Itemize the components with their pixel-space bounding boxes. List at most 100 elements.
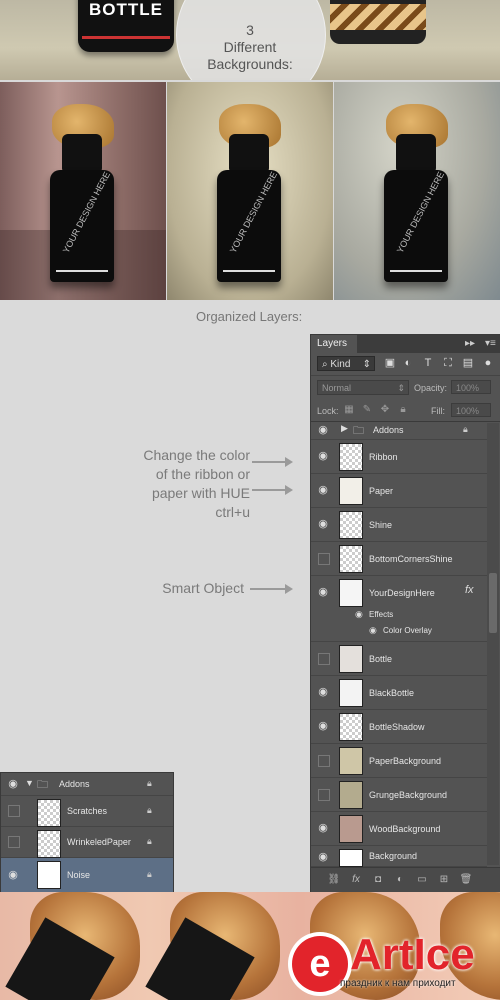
eye-icon[interactable]: ◉	[6, 868, 20, 882]
layer-name: Bottle	[369, 654, 393, 664]
eye-off-icon[interactable]	[8, 836, 20, 848]
eye-icon[interactable]: ◉	[316, 821, 330, 835]
eye-off-icon[interactable]	[318, 789, 330, 801]
eye-icon[interactable]: ◉	[316, 585, 330, 599]
bottle-line	[56, 270, 108, 272]
bottle-line	[390, 270, 442, 272]
lock-position-icon[interactable]: ✥	[379, 404, 391, 416]
layer-row-paperbackground[interactable]: PaperBackground	[311, 744, 487, 778]
new-layer-icon[interactable]: ⊞	[437, 873, 451, 887]
eye-icon[interactable]: ◉	[316, 449, 330, 463]
layer-name: YourDesignHere	[369, 588, 435, 598]
expand-arrow-icon[interactable]: ▼	[25, 778, 34, 788]
kind-filter-select[interactable]: ⌕ Kind ⇕	[317, 356, 375, 371]
layer-name: PaperBackground	[369, 756, 442, 766]
blend-mode-label: Normal	[322, 383, 352, 393]
adjustment-filter-icon[interactable]: ◐	[401, 356, 415, 370]
layer-row-bottomcornersshine[interactable]: BottomCornersShine	[311, 542, 487, 576]
layer-row-scratches[interactable]: Scratches 🔒︎	[1, 796, 173, 827]
layer-row-bottle[interactable]: Bottle	[311, 642, 487, 676]
shape-filter-icon[interactable]: ⛶	[441, 356, 455, 370]
adjustment-icon[interactable]: ◐	[393, 873, 407, 887]
layer-thumbnail	[339, 781, 363, 809]
arrowhead-paper	[285, 485, 293, 495]
layer-row-woodbackground[interactable]: ◉ WoodBackground	[311, 812, 487, 846]
eye-off-icon[interactable]	[318, 553, 330, 565]
backgrounds-banner: BOTTLE 3 Different Backgrounds:	[0, 0, 500, 80]
mask-icon[interactable]: ◘	[371, 873, 385, 887]
eye-icon[interactable]: ◉	[6, 777, 20, 791]
fill-field[interactable]: 100%	[451, 403, 491, 417]
lock-row: Lock: ▦ ✎ ✥ 🔒︎ Fill: 100%	[311, 399, 500, 422]
blend-mode-select[interactable]: Normal ⇕	[317, 380, 409, 395]
panel-menu-icon[interactable]: ▾≡	[485, 338, 496, 349]
eye-off-icon[interactable]	[318, 653, 330, 665]
trash-icon[interactable]: 🗑︎	[459, 873, 473, 887]
layer-row-wrinkeledpaper[interactable]: WrinkeledPaper 🔒︎	[1, 827, 173, 858]
scrollbar-thumb[interactable]	[489, 573, 497, 633]
chevron-updown-icon: ⇕	[397, 383, 405, 393]
layer-row-yourdesignhere[interactable]: ◉ YourDesignHere fx ◉ Effects ◉ Color Ov…	[311, 576, 487, 642]
layer-group-addons[interactable]: ◉ ▶ 🗀︎ Addons 🔒︎	[311, 421, 487, 440]
folder-icon[interactable]: ▭	[415, 873, 429, 887]
layer-row-background[interactable]: ◉ Background	[311, 846, 487, 867]
eye-off-icon[interactable]	[8, 805, 20, 817]
blend-row: Normal ⇕ Opacity: 100%	[311, 375, 500, 398]
smart-object-filter-icon[interactable]: ▤	[461, 356, 475, 370]
fx-icon[interactable]: fx	[349, 873, 363, 887]
lock-icon: 🔒︎	[463, 424, 468, 434]
color-overlay-eye-icon[interactable]: ◉	[369, 625, 377, 636]
jar-stripe	[330, 4, 426, 30]
layer-thumbnail	[37, 799, 61, 827]
eye-icon[interactable]: ◉	[316, 719, 330, 733]
layer-row-shine[interactable]: ◉ Shine	[311, 508, 487, 542]
layer-name: WoodBackground	[369, 824, 441, 834]
eye-off-icon[interactable]	[318, 755, 330, 767]
addons-panel: ◉ ▼ 🗀︎ Addons 🔒︎ Scratches 🔒︎ WrinkeledP…	[0, 772, 174, 894]
layer-thumbnail	[339, 679, 363, 707]
layer-row-bottleshadow[interactable]: ◉ BottleShadow	[311, 710, 487, 744]
layer-thumbnail	[339, 645, 363, 673]
bottle-neck	[229, 134, 269, 174]
layers-scrollbar[interactable]	[487, 423, 499, 865]
lock-transparent-icon[interactable]: ▦	[343, 404, 355, 416]
bottle-line	[223, 270, 275, 272]
layer-row-paper[interactable]: ◉ Paper	[311, 474, 487, 508]
pixel-filter-icon[interactable]: ▣	[383, 356, 397, 370]
tab-layers[interactable]: Layers	[311, 335, 357, 353]
eye-icon[interactable]: ◉	[316, 517, 330, 531]
layer-row-blackbottle[interactable]: ◉ BlackBottle	[311, 676, 487, 710]
link-icon[interactable]: ⛓	[327, 873, 341, 887]
layer-group-addons[interactable]: ◉ ▼ 🗀︎ Addons 🔒︎	[1, 773, 173, 796]
folder-icon: 🗀︎	[353, 425, 364, 437]
layer-name: Addons	[59, 779, 90, 789]
fx-icon[interactable]: fx	[465, 584, 474, 596]
layer-row-noise[interactable]: ◉ Noise 🔒︎	[1, 858, 173, 893]
lock-all-icon[interactable]: 🔒︎	[397, 404, 409, 416]
chevron-updown-icon: ⇕	[362, 359, 371, 370]
layer-name: Noise	[67, 870, 91, 880]
eye-icon[interactable]: ◉	[316, 483, 330, 497]
layer-row-ribbon[interactable]: ◉ Ribbon	[311, 440, 487, 474]
opacity-field[interactable]: 100%	[451, 380, 491, 394]
lock-icon: 🔒︎	[147, 869, 152, 879]
grunge-background-photo: YOUR DESIGN HERE	[334, 82, 500, 300]
eye-icon[interactable]: ◉	[316, 685, 330, 699]
eye-icon[interactable]: ◉	[316, 850, 330, 864]
layer-row-grungebackground[interactable]: GrungeBackground	[311, 778, 487, 812]
fill-label: Fill:	[431, 406, 445, 416]
paper-background-photo: YOUR DESIGN HERE	[167, 82, 333, 300]
layer-thumbnail	[339, 713, 363, 741]
bottle-stripe	[82, 36, 170, 39]
filter-toggle-icon[interactable]: ●	[481, 356, 495, 370]
eye-icon[interactable]: ◉	[316, 423, 330, 437]
effects-eye-icon[interactable]: ◉	[355, 609, 363, 620]
type-filter-icon[interactable]: T	[421, 356, 435, 370]
layer-thumbnail	[37, 861, 61, 889]
layer-name: GrungeBackground	[369, 790, 448, 800]
collapse-icon[interactable]: ▸▸	[465, 338, 475, 349]
expand-arrow-icon[interactable]: ▶	[341, 423, 348, 434]
backgrounds-title: 3 Different Backgrounds:	[207, 22, 293, 72]
lock-pixels-icon[interactable]: ✎	[361, 404, 373, 416]
wood-background-photo: YOUR DESIGN HERE	[0, 82, 166, 300]
